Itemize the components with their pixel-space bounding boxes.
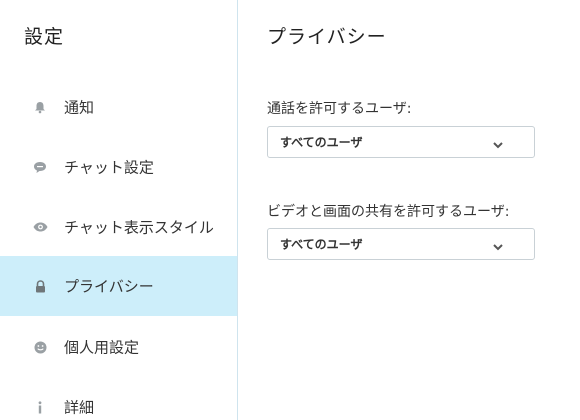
select-value: すべてのユーザ: [280, 135, 363, 150]
video-share-permission-select[interactable]: すべてのユーザ: [267, 228, 535, 260]
smiley-icon: [32, 339, 48, 355]
select-value: すべてのユーザ: [280, 237, 363, 252]
sidebar-item-label: 個人用設定: [64, 338, 140, 357]
chevron-down-icon: [492, 237, 504, 251]
info-icon: [32, 399, 48, 415]
sidebar-item-personalization[interactable]: 個人用設定: [0, 317, 237, 377]
sidebar-item-notifications[interactable]: 通知: [0, 77, 237, 137]
sidebar-item-label: プライバシー: [64, 277, 154, 296]
sidebar-item-label: 通知: [64, 98, 95, 117]
video-share-permission-label: ビデオと画面の共有を許可するユーザ:: [267, 204, 510, 220]
chevron-down-icon: [492, 135, 504, 149]
sidebar-item-label: 詳細: [64, 398, 95, 417]
bell-icon: [32, 99, 48, 115]
sidebar-item-chat-display-style[interactable]: チャット表示スタイル: [0, 197, 237, 257]
privacy-panel: プライバシー 通話を許可するユーザ: すべてのユーザ ビデオと画面の共有を許可す…: [239, 0, 580, 420]
settings-window: 設定 通知 チャット設定 チャット表示スタイル プライバシー 個人用設定 詳細 …: [0, 0, 580, 420]
sidebar-item-label: チャット表示スタイル: [64, 218, 214, 237]
sidebar-item-chat-settings[interactable]: チャット設定: [0, 137, 237, 197]
sidebar-item-advanced[interactable]: 詳細: [0, 377, 237, 420]
call-permission-label: 通話を許可するユーザ:: [267, 101, 412, 117]
sidebar: 設定 通知 チャット設定 チャット表示スタイル プライバシー 個人用設定 詳細: [0, 0, 238, 420]
call-permission-select[interactable]: すべてのユーザ: [267, 126, 535, 158]
eye-icon: [32, 219, 48, 235]
sidebar-item-label: チャット設定: [64, 158, 154, 177]
page-title: プライバシー: [267, 26, 387, 48]
sidebar-title: 設定: [24, 26, 65, 48]
sidebar-item-privacy[interactable]: プライバシー: [0, 256, 237, 316]
lock-icon: [32, 278, 48, 294]
chat-bubble-icon: [32, 159, 48, 175]
